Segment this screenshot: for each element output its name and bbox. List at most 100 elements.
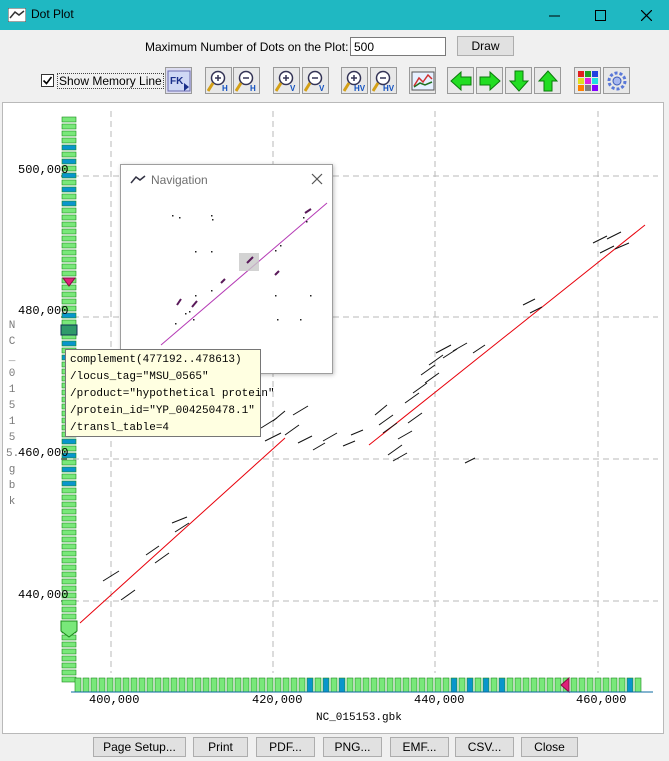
arrow-down-button[interactable] xyxy=(505,67,532,94)
maximize-button[interactable] xyxy=(577,0,623,30)
arrow-right-button[interactable] xyxy=(476,67,503,94)
y-tick-label: 480,000 xyxy=(18,304,69,318)
pdf-button[interactable]: PDF... xyxy=(256,737,315,757)
gene-feature xyxy=(61,438,77,445)
gene-feature xyxy=(346,677,354,693)
navigation-title: Navigation xyxy=(151,173,208,187)
navigation-dot xyxy=(303,217,305,219)
show-memory-line-label[interactable]: Show Memory Line xyxy=(57,73,164,89)
svg-text:H: H xyxy=(250,84,256,93)
zoom-in-hv-icon: HV xyxy=(342,70,365,93)
gene-feature xyxy=(530,677,538,693)
navigation-close-icon[interactable] xyxy=(309,171,325,187)
gene-feature xyxy=(61,466,77,473)
navigation-dot xyxy=(179,217,181,219)
arrow-up-button[interactable] xyxy=(534,67,561,94)
zoom-out-hv-button[interactable]: HV xyxy=(370,67,397,94)
x-tick-label: 420,000 xyxy=(252,693,303,707)
gene-feature xyxy=(362,677,370,693)
gene-feature xyxy=(61,319,77,326)
gene-feature xyxy=(626,677,634,693)
gene-feature xyxy=(178,677,186,693)
gene-feature xyxy=(61,242,77,249)
navigation-dot xyxy=(211,251,213,253)
match-segment xyxy=(392,452,408,462)
match-segment xyxy=(592,235,608,244)
gene-feature xyxy=(146,677,154,693)
gene-feature xyxy=(61,536,77,543)
match-segment xyxy=(606,231,622,240)
gene-feature xyxy=(202,677,210,693)
arrow-left-button[interactable] xyxy=(447,67,474,94)
zoom-out-h-button[interactable]: H xyxy=(233,67,260,94)
settings-gear-icon xyxy=(607,71,626,90)
gene-feature xyxy=(554,677,562,693)
match-segment xyxy=(428,354,444,366)
gene-feature xyxy=(61,263,77,270)
gene-feature xyxy=(61,116,77,123)
gene-feature xyxy=(506,677,514,693)
navigation-dot xyxy=(195,251,197,253)
gene-feature xyxy=(122,677,130,693)
zoom-out-hv-icon: HV xyxy=(371,70,394,93)
gene-feature xyxy=(450,677,458,693)
arrow-left-icon xyxy=(449,70,471,91)
zoom-out-v-button[interactable]: V xyxy=(302,67,329,94)
zoom-in-h-button[interactable]: H xyxy=(205,67,232,94)
minimize-button[interactable] xyxy=(531,0,577,30)
x-axis-label: NC_015153.gbk xyxy=(316,712,402,724)
gene-feature xyxy=(61,522,77,529)
match-segment xyxy=(382,422,398,434)
gene-feature xyxy=(314,677,322,693)
emf-button[interactable]: EMF... xyxy=(390,737,449,757)
gene-feature xyxy=(61,515,77,522)
gene-feature xyxy=(306,677,314,693)
color-grid-button[interactable] xyxy=(574,67,601,94)
zoom-in-v-button[interactable]: V xyxy=(273,67,300,94)
checkmark-icon xyxy=(42,76,53,85)
settings-button[interactable] xyxy=(603,67,630,94)
gene-feature xyxy=(594,677,602,693)
gene-feature xyxy=(130,677,138,693)
page-setup-button[interactable]: Page Setup... xyxy=(93,737,186,757)
max-dots-input[interactable] xyxy=(350,37,446,56)
gene-feature xyxy=(586,677,594,693)
dot-plot-app-icon xyxy=(8,8,26,22)
navigation-overview[interactable] xyxy=(125,195,328,370)
print-button[interactable]: Print xyxy=(193,737,248,757)
gene-feature xyxy=(578,677,586,693)
gene-feature xyxy=(61,564,77,571)
match-segment xyxy=(312,442,326,451)
gene-feature xyxy=(546,677,554,693)
draw-button[interactable]: Draw xyxy=(457,36,514,56)
title-bar[interactable]: Dot Plot xyxy=(0,0,669,30)
gene-feature xyxy=(61,669,77,676)
zoom-in-h-icon: H xyxy=(206,70,228,93)
gene-feature xyxy=(61,571,77,578)
show-memory-line-checkbox[interactable] xyxy=(41,74,54,87)
navigation-window[interactable]: Navigation xyxy=(120,164,333,374)
close-window-button[interactable] xyxy=(623,0,669,30)
match-segment xyxy=(322,432,338,442)
gene-feature xyxy=(61,193,77,200)
memory-graph-icon xyxy=(411,71,434,90)
zoom-in-hv-button[interactable]: HV xyxy=(341,67,368,94)
gene-feature xyxy=(61,256,77,263)
match-segment xyxy=(378,414,394,426)
memory-graph-button[interactable] xyxy=(409,67,436,94)
gene-feature xyxy=(426,677,434,693)
gene-feature xyxy=(61,655,77,662)
close-button[interactable]: Close xyxy=(521,737,578,757)
csv-button[interactable]: CSV... xyxy=(455,737,514,757)
gene-feature xyxy=(61,151,77,158)
x-tick-label: 400,000 xyxy=(89,693,140,707)
gene-feature xyxy=(498,677,506,693)
gene-feature xyxy=(514,677,522,693)
gene-feature xyxy=(61,186,77,193)
gene-feature xyxy=(61,235,77,242)
match-segment xyxy=(412,382,428,394)
gene-feature xyxy=(61,249,77,256)
gene-feature xyxy=(266,677,274,693)
png-button[interactable]: PNG... xyxy=(323,737,382,757)
fk-button[interactable]: FK xyxy=(165,67,192,94)
